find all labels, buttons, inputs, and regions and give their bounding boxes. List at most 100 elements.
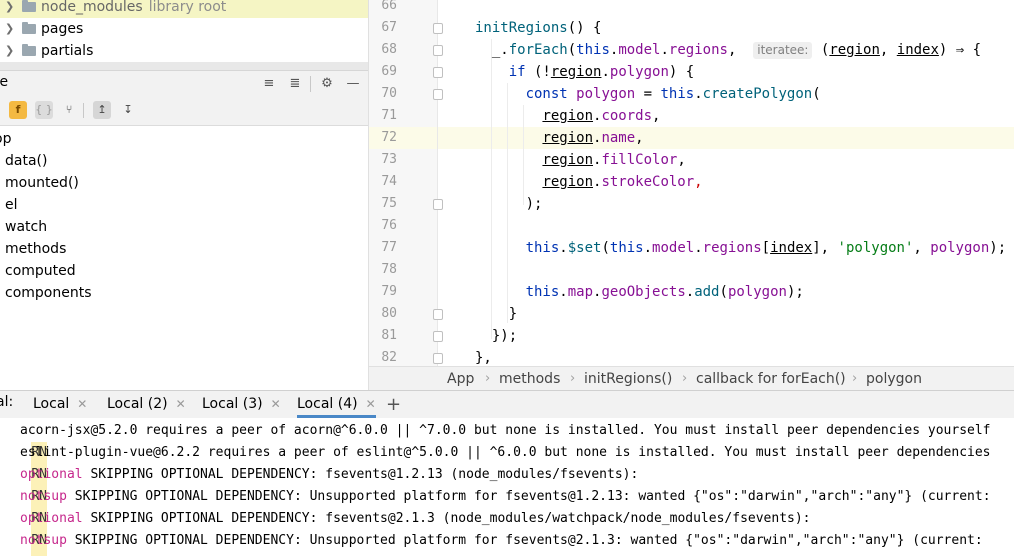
breadcrumb-item[interactable]: initRegions() bbox=[584, 369, 672, 389]
fold-marker[interactable] bbox=[433, 331, 443, 342]
current-line-highlight bbox=[369, 127, 1014, 149]
close-icon[interactable]: ✕ bbox=[77, 397, 87, 411]
terminal-tab[interactable]: Local (3) ✕ bbox=[202, 391, 281, 418]
line-number: 76 bbox=[381, 218, 397, 233]
structure-member[interactable]: data() bbox=[5, 150, 47, 172]
structure-member[interactable]: mounted() bbox=[5, 172, 79, 194]
log-level: notsup bbox=[20, 489, 67, 504]
log-text: SKIPPING OPTIONAL DEPENDENCY: fsevents@2… bbox=[90, 511, 811, 526]
tree-item-label: node_modules bbox=[41, 0, 143, 15]
chevron-right-icon[interactable]: ❯ bbox=[5, 0, 14, 18]
close-icon[interactable]: ✕ bbox=[271, 397, 281, 411]
log-text: acorn-jsx@5.2.0 requires a peer of acorn… bbox=[20, 423, 991, 438]
collapse-all-icon[interactable]: ≣ bbox=[286, 75, 304, 93]
tree-item-label: partials bbox=[41, 43, 94, 59]
breadcrumb-item[interactable]: methods bbox=[499, 369, 560, 389]
log-text: SKIPPING OPTIONAL DEPENDENCY: fsevents@1… bbox=[90, 467, 639, 482]
expand-all-icon[interactable]: ≡ bbox=[260, 75, 278, 93]
terminal-tab-label: Local bbox=[33, 396, 70, 412]
terminal-tab[interactable]: Local (2) ✕ bbox=[107, 391, 186, 418]
terminal-tab-label: Local (2) bbox=[107, 396, 168, 412]
chevron-right-icon[interactable]: ❯ bbox=[5, 40, 14, 62]
fold-marker[interactable] bbox=[433, 67, 443, 78]
breadcrumb: App › methods › initRegions() › callback… bbox=[368, 366, 1014, 391]
terminal-tab[interactable]: Local ✕ bbox=[33, 391, 87, 418]
line-number: 71 bbox=[381, 108, 397, 123]
code-editor[interactable]: 66 67 68 69 70 71 72 73 74 75 76 77 78 7… bbox=[368, 0, 1014, 366]
line-number: 66 bbox=[381, 0, 397, 13]
line-number: 68 bbox=[381, 42, 397, 57]
line-number: 77 bbox=[381, 240, 397, 255]
new-terminal-tab-button[interactable]: + bbox=[386, 391, 401, 418]
autoscroll-to-source-icon[interactable]: ↥ bbox=[93, 101, 111, 119]
breadcrumb-item[interactable]: callback for forEach() bbox=[696, 369, 846, 389]
fold-marker[interactable] bbox=[433, 89, 443, 100]
tree-item-hint: library root bbox=[148, 0, 227, 15]
code-line: region.strokeColor, bbox=[542, 174, 703, 190]
show-inherited-icon[interactable]: ⑂ bbox=[60, 101, 78, 119]
horizontal-scrollbar[interactable] bbox=[0, 62, 368, 70]
breadcrumb-item[interactable]: App bbox=[447, 369, 474, 389]
log-text: eslint-plugin-vue@6.2.2 requires a peer … bbox=[20, 445, 991, 460]
line-number: 79 bbox=[381, 284, 397, 299]
close-icon[interactable]: ✕ bbox=[366, 397, 376, 411]
fold-marker[interactable] bbox=[433, 23, 443, 34]
structure-member[interactable]: methods bbox=[5, 238, 66, 260]
header-divider bbox=[310, 76, 311, 92]
fold-marker[interactable] bbox=[433, 353, 443, 364]
breadcrumb-separator-icon: › bbox=[852, 371, 858, 386]
minimize-icon[interactable]: — bbox=[344, 75, 362, 93]
breadcrumb-item[interactable]: polygon bbox=[866, 369, 922, 389]
structure-header: re ≡ ≣ ⚙ — bbox=[0, 70, 368, 98]
show-functions-button[interactable]: f bbox=[9, 101, 27, 119]
code-line: region.name, bbox=[542, 130, 644, 146]
terminal-tab-label: Local (3) bbox=[202, 396, 263, 412]
line-number: 81 bbox=[381, 328, 397, 343]
code-line: ); bbox=[475, 196, 543, 212]
structure-member[interactable]: watch bbox=[5, 216, 47, 238]
tree-item-node-modules[interactable]: ❯ node_modules library root bbox=[0, 0, 368, 18]
line-number: 75 bbox=[381, 196, 397, 211]
terminal-output[interactable]: RN acorn-jsx@5.2.0 requires a peer of ac… bbox=[0, 418, 1014, 556]
log-level: notsup bbox=[20, 533, 67, 548]
close-icon[interactable]: ✕ bbox=[176, 397, 186, 411]
terminal-line: RN eslint-plugin-vue@6.2.2 requires a pe… bbox=[0, 442, 991, 486]
log-level: optional bbox=[20, 467, 83, 482]
fold-marker[interactable] bbox=[433, 309, 443, 320]
terminal-line: RN acorn-jsx@5.2.0 requires a peer of ac… bbox=[0, 420, 991, 464]
terminal-tab-active[interactable]: Local (4) ✕ bbox=[297, 391, 376, 418]
structure-member[interactable]: el bbox=[5, 194, 18, 216]
left-panel: ❯ node_modules library root ❯ pages ❯ par… bbox=[0, 0, 368, 390]
terminal-tab-bar: al: Local ✕ Local (2) ✕ Local (3) ✕ Local (… bbox=[0, 390, 1014, 419]
fold-marker[interactable] bbox=[433, 199, 443, 210]
structure-member[interactable]: components bbox=[5, 282, 92, 304]
terminal-line: RN optional SKIPPING OPTIONAL DEPENDENCY… bbox=[0, 464, 638, 508]
structure-member[interactable]: computed bbox=[5, 260, 76, 282]
log-prefix: RN bbox=[31, 552, 48, 556]
show-fields-button[interactable]: { } bbox=[35, 101, 53, 119]
chevron-right-icon[interactable]: ❯ bbox=[5, 18, 14, 40]
line-number: 80 bbox=[381, 306, 397, 321]
folder-icon bbox=[22, 44, 36, 56]
gear-icon[interactable]: ⚙ bbox=[318, 75, 336, 93]
fold-marker[interactable] bbox=[433, 45, 443, 56]
line-number: 74 bbox=[381, 174, 397, 189]
log-text: SKIPPING OPTIONAL DEPENDENCY: Unsupporte… bbox=[74, 533, 983, 548]
autoscroll-from-source-icon[interactable]: ↧ bbox=[119, 101, 137, 119]
tree-item-label: pages bbox=[41, 21, 84, 37]
structure-root[interactable]: op bbox=[0, 128, 11, 150]
terminal-line: RN notsup SKIPPING OPTIONAL DEPENDENCY: … bbox=[0, 530, 983, 556]
code-line: region.fillColor, bbox=[542, 152, 686, 168]
terminal-line: RN optional SKIPPING OPTIONAL DEPENDENCY… bbox=[0, 508, 811, 552]
breadcrumb-separator-icon: › bbox=[485, 371, 491, 386]
line-number: 69 bbox=[381, 64, 397, 79]
parameter-hint: iteratee: bbox=[753, 42, 813, 59]
terminal-label: al: bbox=[0, 394, 14, 410]
code-line: }, bbox=[475, 350, 492, 366]
line-number: 82 bbox=[381, 350, 397, 365]
log-text: SKIPPING OPTIONAL DEPENDENCY: Unsupporte… bbox=[74, 489, 991, 504]
log-level: optional bbox=[20, 511, 83, 526]
toolbar-divider bbox=[83, 103, 84, 118]
line-number: 67 bbox=[381, 20, 397, 35]
code-line: }); bbox=[475, 328, 518, 344]
